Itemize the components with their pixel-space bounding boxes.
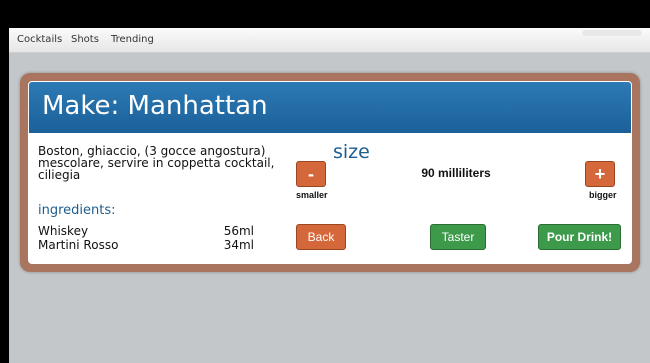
pour-drink-button[interactable]: Pour Drink!	[538, 224, 621, 250]
smaller-caption: smaller	[296, 190, 328, 200]
increase-size-button[interactable]: +	[585, 161, 615, 187]
nav-item-trending[interactable]: Trending	[111, 34, 154, 45]
drink-panel-content: Make: Manhattan Boston, ghiaccio, (3 goc…	[28, 81, 632, 264]
ingredients-heading: ingredients:	[38, 203, 116, 218]
top-navbar: Cocktails Shots Trending	[9, 28, 650, 53]
app-screen: Cocktails Shots Trending Make: Manhattan…	[9, 28, 650, 363]
bigger-caption: bigger	[589, 190, 617, 200]
decrease-size-button[interactable]: -	[296, 161, 326, 187]
nav-item-shots[interactable]: Shots	[71, 34, 99, 45]
drink-title: Make: Manhattan	[42, 91, 268, 121]
navbar-faded-element	[582, 30, 642, 36]
ingredient-quantity: 56ml	[223, 224, 254, 238]
ingredient-name: Whiskey	[38, 224, 89, 238]
taster-button[interactable]: Taster	[430, 224, 486, 250]
ingredient-name: Martini Rosso	[38, 238, 119, 252]
back-button[interactable]: Back	[296, 224, 346, 250]
size-label: size	[333, 141, 370, 163]
drink-panel: Make: Manhattan Boston, ghiaccio, (3 goc…	[20, 73, 640, 272]
size-value: 90 milliliters	[421, 166, 491, 180]
nav-item-cocktails[interactable]: Cocktails	[17, 34, 62, 45]
top-black-bar	[0, 0, 650, 28]
ingredient-quantity: 34ml	[223, 238, 254, 252]
drink-header: Make: Manhattan	[29, 82, 631, 133]
drink-directions: Boston, ghiaccio, (3 gocce angostura) me…	[38, 144, 275, 182]
